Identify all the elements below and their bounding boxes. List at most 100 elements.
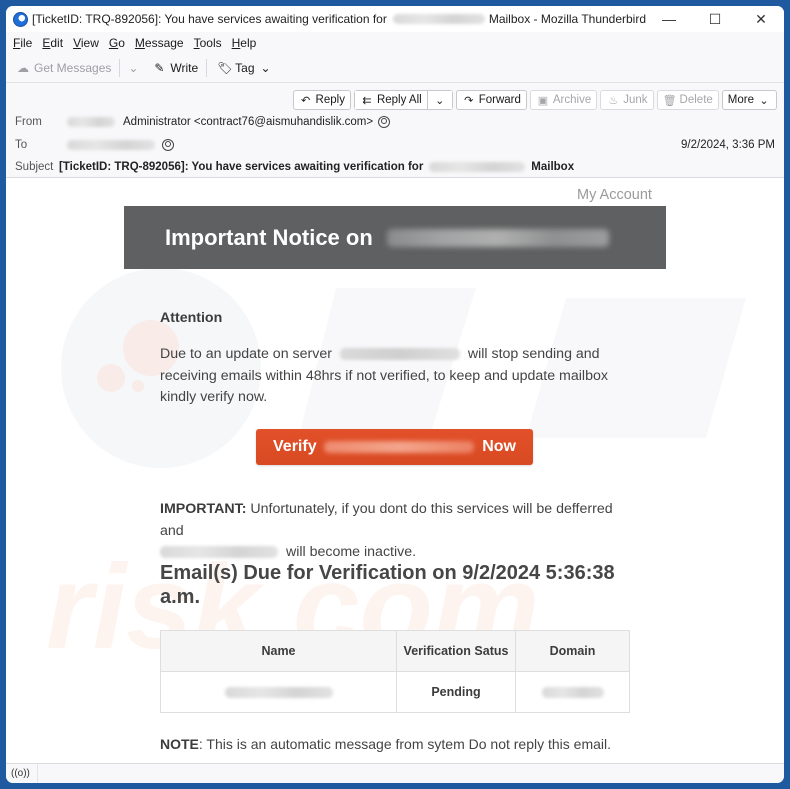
tag-button[interactable]: 🏷 Tag ⌄: [217, 61, 276, 75]
subject-row: Subject [TicketID: TRQ-892056]: You have…: [15, 161, 574, 173]
forward-icon: ↷: [464, 94, 474, 107]
menu-message[interactable]: Message: [135, 36, 184, 50]
chevron-down-icon: ⌄: [260, 61, 271, 75]
domain-cell: [515, 671, 630, 713]
reply-all-split-button: ⇇ Reply All ⌄: [353, 90, 453, 110]
archive-icon: ▣: [537, 94, 549, 107]
reply-all-dropdown[interactable]: ⌄: [426, 91, 452, 109]
redacted-email: [429, 162, 526, 172]
message-date: 9/2/2024, 3:36 PM: [681, 139, 775, 151]
chevron-down-icon: ⌄: [759, 94, 769, 107]
important-label: IMPORTANT:: [160, 501, 247, 517]
reply-all-button[interactable]: ⇇ Reply All: [354, 91, 427, 109]
pencil-icon: ✎: [154, 61, 165, 75]
warning-paragraph: Due to an update on server will stop sen…: [160, 344, 610, 409]
cloud-download-icon: ☁: [17, 61, 29, 75]
get-messages-label: Get Messages: [34, 61, 112, 75]
window-title-suffix: Mailbox - Mozilla Thunderbird: [488, 12, 647, 26]
menu-view[interactable]: View: [73, 36, 99, 50]
chevron-down-icon: ⌄: [128, 61, 139, 75]
subject-label: Subject: [15, 161, 54, 173]
reply-all-icon: ⇇: [362, 94, 372, 107]
tag-icon: 🏷: [217, 61, 233, 75]
subject-suffix: Mailbox: [531, 161, 575, 173]
redacted-email: [160, 546, 278, 559]
my-account-link[interactable]: My Account: [577, 187, 652, 203]
notice-banner: Important Notice on: [124, 206, 666, 269]
toolbar-divider: [206, 59, 208, 77]
flame-icon: ♨: [608, 94, 619, 107]
redacted-recipient: [67, 140, 155, 150]
main-toolbar: ☁ Get Messages ⌄ ✎ Write 🏷 Tag ⌄: [6, 54, 784, 83]
add-contact-icon[interactable]: [162, 139, 174, 151]
maximize-button[interactable]: ☐: [692, 6, 738, 32]
add-contact-icon[interactable]: [378, 116, 391, 128]
verify-now-button[interactable]: Verify Now: [256, 429, 533, 465]
write-label: Write: [170, 61, 199, 75]
more-button[interactable]: More ⌄: [721, 90, 777, 110]
attention-heading: Attention: [160, 310, 223, 326]
minimize-button[interactable]: —: [646, 6, 692, 32]
from-address[interactable]: Administrator <contract76@aismuhandislik…: [123, 116, 373, 128]
to-label: To: [15, 139, 28, 151]
redacted-email: [324, 441, 475, 453]
status-bar: ((o)): [6, 763, 784, 783]
menu-bar: File Edit View Go Message Tools Help: [6, 32, 784, 54]
table-header-row: Name Verification Satus Domain: [160, 630, 630, 672]
column-header-domain: Domain: [515, 630, 630, 672]
menu-edit[interactable]: Edit: [42, 36, 63, 50]
get-messages-dropdown[interactable]: ⌄: [126, 61, 144, 75]
title-bar: [TicketID: TRQ-892056]: You have service…: [6, 6, 784, 32]
thunderbird-window: [TicketID: TRQ-892056]: You have service…: [6, 6, 784, 783]
redacted-email: [224, 687, 333, 699]
subject-prefix: [TicketID: TRQ-892056]: You have service…: [59, 161, 424, 173]
menu-file[interactable]: File: [13, 36, 32, 50]
verify-label: Verify: [273, 438, 317, 455]
message-body: risk.com My Account Important Notice on …: [6, 178, 784, 763]
footer-note: NOTE: This is an automatic message from …: [160, 736, 611, 752]
get-messages-button[interactable]: ☁ Get Messages: [16, 61, 111, 75]
column-header-status: Verification Satus: [396, 630, 516, 672]
message-header: ↶ Reply ⇇ Reply All ⌄ ↷ Forward ▣ Archive ♨ J…: [6, 83, 784, 178]
menu-go[interactable]: Go: [109, 36, 125, 50]
trash-icon: 🗑: [662, 94, 677, 107]
window-title-prefix: [TicketID: TRQ-892056]: You have service…: [32, 12, 387, 26]
redacted-email: [386, 228, 609, 247]
menu-help[interactable]: Help: [232, 36, 257, 50]
tag-label: Tag: [235, 61, 255, 75]
close-button[interactable]: ✕: [738, 6, 784, 32]
name-cell: [160, 671, 397, 713]
due-heading: Email(s) Due for Verification on 9/2/202…: [160, 562, 615, 608]
window-title: [TicketID: TRQ-892056]: You have service…: [32, 12, 646, 26]
connection-status-icon[interactable]: ((o)): [11, 764, 38, 783]
paragraph-text-1: Due to an update on server: [160, 346, 332, 362]
from-row: From Administrator <contract76@aismuhand…: [15, 116, 391, 128]
junk-button[interactable]: ♨ Junk: [600, 90, 654, 110]
reply-button[interactable]: ↶ Reply: [292, 90, 351, 110]
note-label: NOTE: [160, 736, 199, 752]
thunderbird-logo-icon: [13, 11, 28, 27]
forward-button[interactable]: ↷ Forward: [455, 90, 527, 110]
archive-button[interactable]: ▣ Archive: [529, 90, 598, 110]
toolbar-divider: [119, 59, 121, 77]
chevron-down-icon: ⌄: [435, 94, 445, 107]
to-row: To: [15, 139, 174, 151]
table-row: Pending: [160, 671, 630, 713]
verification-table: Name Verification Satus Domain Pending: [160, 630, 630, 713]
write-button[interactable]: ✎ Write: [152, 61, 198, 75]
note-text: : This is an automatic message from syte…: [198, 736, 612, 752]
from-label: From: [15, 116, 42, 128]
status-cell: Pending: [396, 671, 516, 713]
message-actions: ↶ Reply ⇇ Reply All ⌄ ↷ Forward ▣ Archive ♨ J…: [290, 90, 777, 110]
important-tail: will become inactive.: [285, 544, 417, 560]
redacted-sender-name: [67, 117, 115, 127]
menu-tools[interactable]: Tools: [194, 36, 222, 50]
now-label: Now: [482, 438, 516, 455]
redacted-server: [339, 348, 460, 361]
reply-icon: ↶: [300, 94, 311, 107]
banner-title: Important Notice on: [165, 224, 373, 250]
important-paragraph: IMPORTANT: Unfortunately, if you dont do…: [160, 499, 630, 564]
column-header-name: Name: [160, 630, 397, 672]
delete-button[interactable]: 🗑 Delete: [656, 90, 719, 110]
redacted-domain: [541, 687, 604, 699]
